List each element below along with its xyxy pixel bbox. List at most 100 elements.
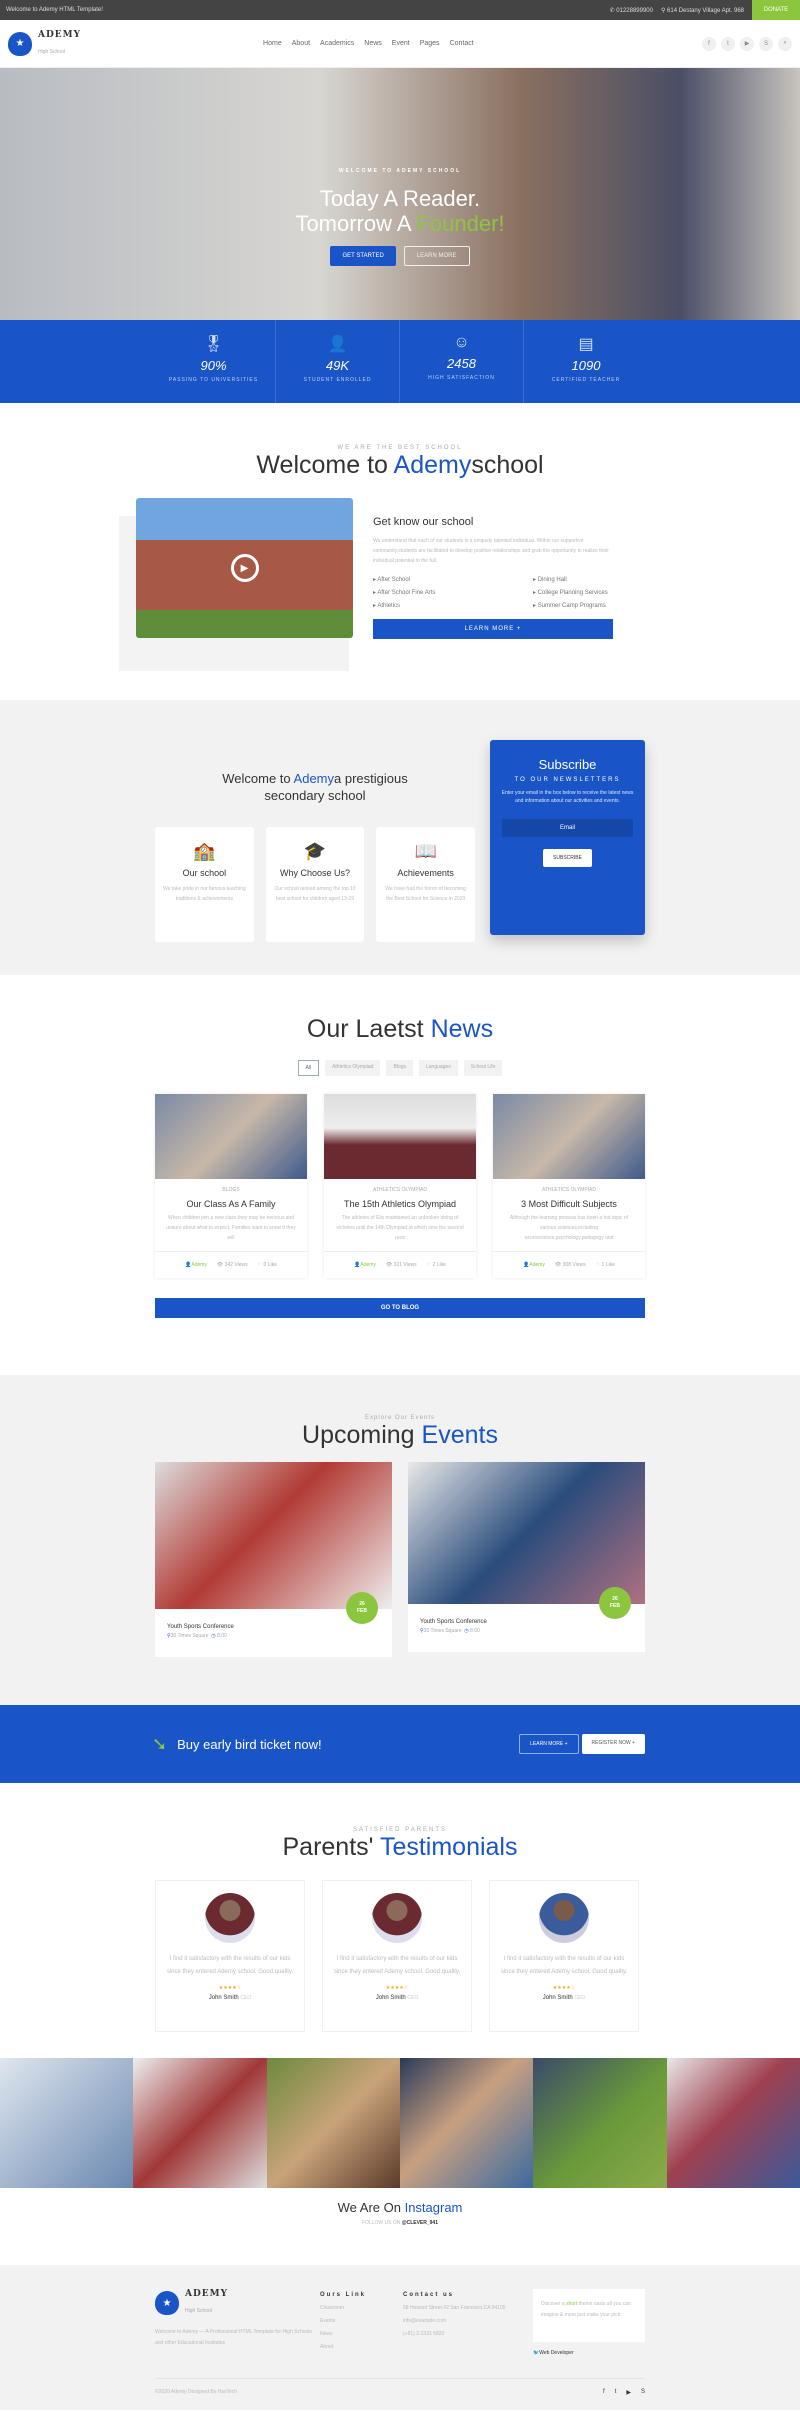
nav-about[interactable]: About [292,40,310,47]
facebook-icon[interactable]: f [702,36,716,51]
get-started-button[interactable]: GET STARTED [330,246,396,266]
id-card-icon: ▤ [578,336,594,353]
views: 👁 321 Views [385,1262,417,1268]
news-category: ATHLETICS OLYMPIAD [542,1187,596,1193]
skype-icon[interactable]: S [759,36,773,51]
news-image[interactable] [324,1094,476,1179]
tweet-author[interactable]: Web Developer [539,2350,573,2356]
nav-pages[interactable]: Pages [420,40,440,47]
event-month: FEB [357,1608,367,1614]
news-card[interactable]: ATHLETICS OLYMPIAD The 15th Athletics Oly… [324,1094,476,1278]
likes-count: 2 Like [432,1262,446,1268]
facebook-icon[interactable]: f [603,2389,605,2396]
welcome-text: Welcome to Ademy HTML Template! [6,7,103,13]
instagram-photo[interactable] [0,2058,134,2188]
donate-button[interactable]: DONATE [752,0,800,20]
instagram-photo[interactable] [666,2058,800,2188]
arrow-icon: ➘ [152,1733,168,1754]
event-day: 26 [359,1601,365,1607]
school-video-thumbnail[interactable]: ▶ [136,498,353,638]
news-title-link[interactable]: The 15th Athletics Olympiad [324,1199,476,1209]
about-section: Welcome to Ademya prestigious secondary s… [0,700,800,975]
nav-home[interactable]: Home [263,40,282,47]
banner-learn-more-button[interactable]: LEARN MORE + [519,1734,579,1754]
instagram-photo[interactable] [266,2058,400,2188]
search-icon[interactable]: ⌕ [778,36,792,51]
filter-athletics[interactable]: Athletics Olympiad [325,1060,381,1076]
welcome-title-end: school [471,451,544,479]
instagram-photo[interactable] [133,2058,267,2188]
avatar [205,1893,255,1943]
register-now-button[interactable]: REGISTER NOW + [581,1734,645,1754]
event-image[interactable] [408,1462,645,1604]
hero-line2: Tomorrow A [295,211,417,236]
brand-name: ADEMY [38,29,82,40]
news-title-link[interactable]: 3 Most Difficult Subjects [493,1199,645,1209]
smile-icon: ☺ [453,334,470,351]
footer-link-about[interactable]: About [320,2341,403,2354]
about-title: Welcome to Ademya prestigious secondary s… [155,770,475,804]
nav-academics[interactable]: Academics [320,40,354,47]
news-title-link[interactable]: Our Class As A Family [155,1199,307,1209]
footer-link-classroom[interactable]: Classroom [320,2302,403,2315]
filter-all[interactable]: All [297,1060,320,1076]
learn-more-button[interactable]: LEARN MORE + [373,619,613,639]
footer-link-events[interactable]: Events [320,2315,403,2328]
hero-learn-more-button[interactable]: LEARN MORE [403,246,470,266]
instagram-handle-link[interactable]: @CLEVER_941 [402,2220,438,2226]
youtube-icon[interactable]: ▶ [740,36,754,51]
youtube-icon[interactable]: ▶ [626,2389,631,2396]
event-card[interactable]: 26 FEB Youth Sports Conference ⚲30 Times Sq… [408,1462,645,1652]
testimonial-card: I find it satisfactory with the results … [155,1880,305,2032]
views: 👁 342 Views [216,1262,248,1268]
welcome-section: WE ARE THE BEST SCHOOL Welcome to Ademys… [0,403,800,700]
contact-email[interactable]: info@example.com [403,2315,513,2328]
event-title[interactable]: Youth Sports Conference [167,1624,380,1630]
nav-news[interactable]: News [364,40,382,47]
instagram-photo[interactable] [533,2058,667,2188]
about-title-line2: secondary school [264,788,366,803]
play-icon[interactable]: ▶ [230,554,259,582]
author: 👤Ademy [185,1262,207,1268]
news-image[interactable] [155,1094,307,1179]
news-card[interactable]: ATHLETICS OLYMPIAD 3 Most Difficult Subje… [493,1094,645,1278]
news-image[interactable] [493,1094,645,1179]
tweet-link[interactable]: short [566,2301,577,2307]
event-place: 30 Times Square [423,1628,462,1634]
links-title: Ours Link [320,2292,367,2298]
feature-card: 🎓 Why Choose Us? Our school ranked among t… [265,827,365,942]
instagram-photo[interactable] [399,2058,534,2188]
filter-school-life[interactable]: School Life [463,1060,503,1076]
nav-event[interactable]: Event [392,40,410,47]
nav-contact[interactable]: Contact [450,40,474,47]
testimonials-title-highlight: Testimonials [379,1833,518,1861]
views-count: 342 Views [224,1262,248,1268]
tweet-widget: Discover a short theme oasis all you can… [533,2289,645,2356]
card-text: We take pride in our famous teaching tra… [162,886,246,902]
filter-languages[interactable]: Languages [418,1060,458,1076]
news-card[interactable]: BLOGS Our Class As A Family When children … [155,1094,307,1278]
instagram-title: We Are On Instagram [0,2200,800,2215]
about-title-pre: Welcome to [222,771,294,786]
logo[interactable]: ★ ADEMY High School [8,30,81,58]
go-to-blog-button[interactable]: GO TO BLOG [155,1298,645,1318]
event-card[interactable]: 26 FEB Youth Sports Conference ⚲30 Times Sq… [155,1462,392,1657]
brand-tagline: High School [38,48,65,55]
likes: ♡ 0 Like [257,1262,277,1268]
subscribe-button[interactable]: SUBSCRIBE [543,849,592,867]
skype-icon[interactable]: S [641,2389,645,2396]
stat-label: CERTIFIED TEACHER [551,377,621,383]
list-item-label: College Planning Services [537,590,608,596]
list-item: ▸ Athletics [373,603,401,609]
author-name: Ademy [529,1262,545,1268]
twitter-icon[interactable]: t [721,36,735,51]
card-text: Our school ranked among the top 10 best … [274,886,356,902]
event-image[interactable] [155,1462,392,1609]
footer-link-news[interactable]: News [320,2328,403,2341]
top-bar: Welcome to Ademy HTML Template! ✆ 012288… [0,0,800,20]
footer-logo[interactable]: ★ ADEMY High School [155,2289,320,2317]
twitter-icon[interactable]: t [615,2389,617,2396]
filter-blogs[interactable]: Blogs [386,1060,413,1076]
event-title[interactable]: Youth Sports Conference [420,1619,633,1625]
email-input[interactable]: Email [502,819,633,837]
